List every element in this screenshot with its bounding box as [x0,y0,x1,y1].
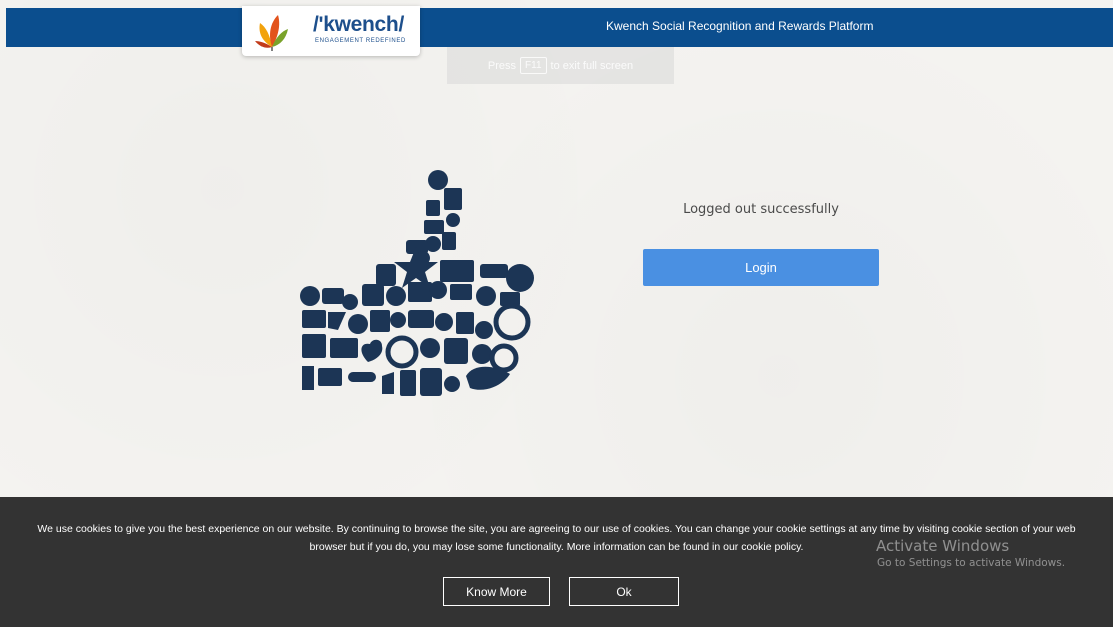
platform-title: Kwench Social Recognition and Rewards Pl… [606,19,874,33]
logo-wordmark: /'kwench/ [313,13,404,36]
know-more-button[interactable]: Know More [443,577,550,606]
top-header-bar: Kwench Social Recognition and Rewards Pl… [6,8,1113,47]
logo-tagline: ENGAGEMENT REDEFINED [315,38,406,44]
page-background: Kwench Social Recognition and Rewards Pl… [0,0,1113,627]
ok-button[interactable]: Ok [569,577,679,606]
fullscreen-notice-prefix: Press [487,59,517,72]
fullscreen-exit-notice: Press F11 to exit full screen [447,47,674,84]
fullscreen-notice-suffix: to exit full screen [550,59,634,72]
kwench-logo[interactable]: /'kwench/ ENGAGEMENT REDEFINED [242,6,420,56]
thumbs-up-social-icons-illustration [300,170,534,396]
activate-windows-watermark-subtitle: Go to Settings to activate Windows. [877,557,1066,569]
logout-status-message: Logged out successfully [683,202,839,217]
activate-windows-watermark-title: Activate Windows [876,537,1010,555]
leaf-logo-icon [255,15,288,51]
f11-key-badge: F11 [520,57,547,74]
login-button[interactable]: Login [643,249,879,286]
